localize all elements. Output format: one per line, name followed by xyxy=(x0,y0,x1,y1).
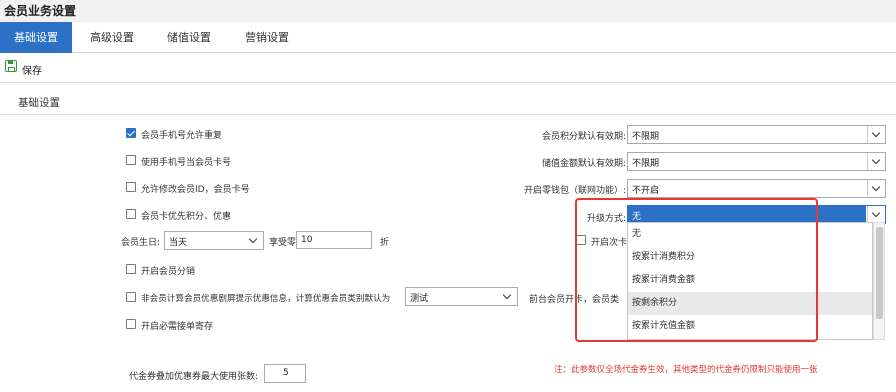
tab-advanced-settings[interactable]: 高级设置 xyxy=(76,22,148,53)
birthday-select[interactable]: 当天 xyxy=(164,231,264,250)
chevron-down-icon xyxy=(245,232,263,249)
birthday-discount-value: 10 xyxy=(301,235,313,245)
member-split-label: 开启会员分销 xyxy=(141,267,196,277)
save-icon xyxy=(5,60,17,72)
points-validity-select[interactable]: 不限期 xyxy=(627,125,886,144)
save-label: 保存 xyxy=(22,66,42,77)
birthday-discount-unit: 折 xyxy=(380,238,390,248)
card-first-points-checkbox[interactable] xyxy=(126,209,136,219)
chevron-down-icon xyxy=(867,126,885,143)
tab-basic-settings[interactable]: 基础设置 xyxy=(0,22,72,53)
non-member-calc-label: 非会员计算会员优惠剧屏提示优惠信息，计算优惠会员类别默认为 xyxy=(141,294,391,304)
shortage-pack-value: 不开启 xyxy=(632,186,660,196)
phone-as-card-label: 使用手机号当会员卡号 xyxy=(141,158,232,168)
tab-stored-value-settings[interactable]: 储值设置 xyxy=(153,22,225,53)
tab-marketing-settings[interactable]: 营销设置 xyxy=(231,22,303,53)
tab-bar: 基础设置 高级设置 储值设置 营销设置 xyxy=(0,22,896,53)
phone-duplicate-checkbox[interactable] xyxy=(126,128,136,138)
non-member-calc-checkbox[interactable] xyxy=(126,292,136,302)
birthday-select-value: 当天 xyxy=(169,238,188,248)
card-first-points-label: 会员卡优先积分、优惠 xyxy=(141,212,232,222)
highlight-box xyxy=(575,198,818,342)
chevron-down-icon xyxy=(867,153,885,170)
allow-modify-id-checkbox[interactable] xyxy=(126,182,136,192)
scrollbar-thumb[interactable] xyxy=(876,227,883,319)
birthday-discount-input[interactable]: 10 xyxy=(296,231,372,249)
shortage-pack-select[interactable]: 不开启 xyxy=(627,179,886,198)
allow-modify-id-label: 允许修改会员ID，会员卡号 xyxy=(141,185,250,195)
section-title: 基础设置 xyxy=(18,97,60,109)
birthday-label: 会员生日: xyxy=(121,238,161,248)
member-category-select[interactable]: 测试 xyxy=(405,287,518,306)
stored-validity-value: 不限期 xyxy=(632,159,660,169)
force-deposit-checkbox[interactable] xyxy=(126,319,136,329)
phone-as-card-checkbox[interactable] xyxy=(126,155,136,165)
phone-duplicate-label: 会员手机号允许重复 xyxy=(141,131,223,141)
stored-validity-label: 储值金额默认有效期: xyxy=(541,159,626,169)
chevron-down-icon xyxy=(867,180,885,197)
member-split-checkbox[interactable] xyxy=(126,264,136,274)
points-validity-value: 不限期 xyxy=(632,132,660,142)
dropdown-scrollbar[interactable] xyxy=(873,222,885,340)
coupon-max-label: 代金券叠加优惠券最大使用张数: xyxy=(129,372,259,382)
points-validity-label: 会员积分默认有效期: xyxy=(541,132,626,142)
member-category-value: 测试 xyxy=(410,294,429,304)
section-divider xyxy=(0,114,896,115)
note-text: 注：此参数仅全场代金券生效，其他类型的代金券仍限制只能使用一张 xyxy=(554,365,818,375)
chevron-down-icon xyxy=(867,206,885,223)
stored-validity-select[interactable]: 不限期 xyxy=(627,152,886,171)
shortage-pack-label: 开启零钱包（联网功能）: xyxy=(523,186,626,196)
coupon-max-value: 5 xyxy=(283,368,289,378)
toolbar xyxy=(0,53,896,83)
window-title: 会员业务设置 xyxy=(4,4,77,18)
coupon-max-input[interactable]: 5 xyxy=(264,364,306,383)
chevron-down-icon xyxy=(499,288,517,305)
force-deposit-label: 开启必需接单寄存 xyxy=(141,322,214,332)
title-bar: 会员业务设置 xyxy=(0,0,896,22)
